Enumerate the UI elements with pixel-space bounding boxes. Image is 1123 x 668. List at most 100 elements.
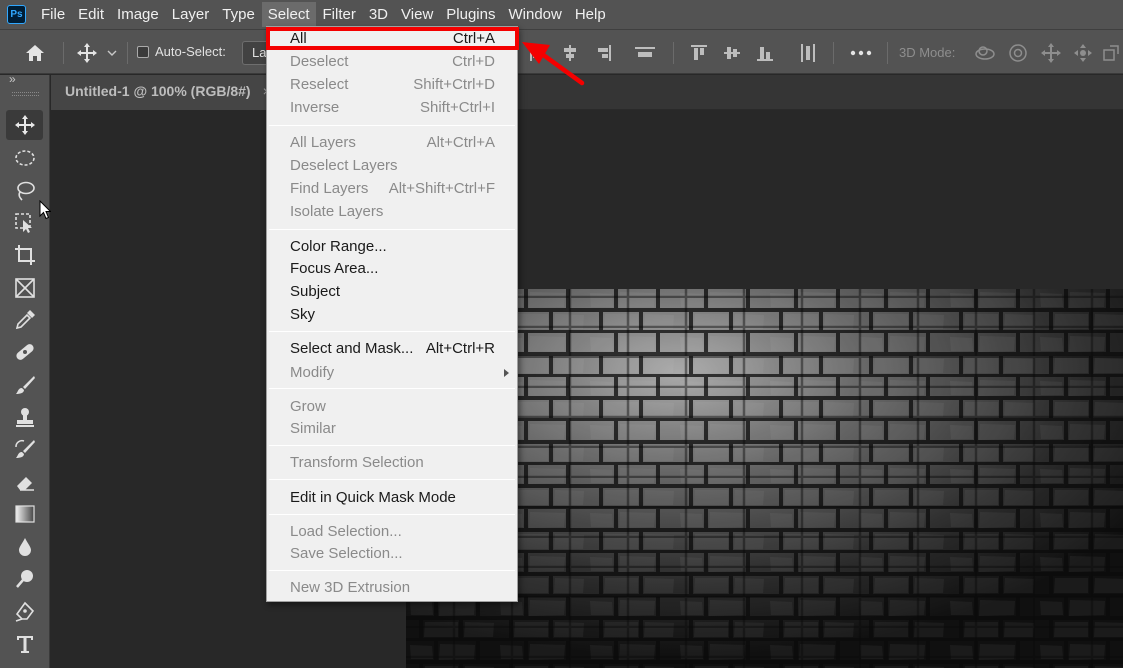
distribute-icon[interactable] [633,42,657,64]
options-divider [673,42,674,64]
type-icon[interactable] [6,629,43,659]
options-divider [63,42,64,64]
healing-brush-icon[interactable] [6,337,43,367]
menu-item-similar[interactable]: Similar [267,418,517,440]
menu-view[interactable]: View [395,2,439,27]
menu-item-find-layers[interactable]: Find Layers Alt+Shift+Ctrl+F [267,178,517,200]
menu-file[interactable]: File [35,2,71,27]
crop-icon[interactable] [6,240,43,270]
options-divider [833,42,834,64]
menu-item-label: Subject [290,283,341,300]
menu-edit[interactable]: Edit [72,2,110,27]
menu-separator [269,331,515,332]
align-top-icon[interactable] [688,42,710,64]
menu-separator [269,514,515,515]
frame-icon[interactable] [6,273,43,303]
menu-item-subject[interactable]: Subject [267,281,517,303]
menu-item-label: Deselect [290,53,349,70]
canvas-workspace[interactable] [51,111,1123,668]
menu-item-label: Load Selection... [290,523,402,540]
move-tool-icon[interactable] [6,110,43,140]
select-menu-dropdown: All Ctrl+A Deselect Ctrl+D Reselect Shift+Ctr… [266,26,518,602]
more-options-icon[interactable] [848,42,874,64]
move-tool-preset-icon[interactable] [74,41,100,65]
3d-orbit-icon[interactable] [972,41,998,65]
3d-scale-icon[interactable] [1100,41,1122,65]
menu-item-load-selection[interactable]: Load Selection... [267,521,517,543]
gradient-icon[interactable] [6,499,43,529]
menu-item-label: Modify [290,364,335,381]
menu-item-label: Deselect Layers [290,157,398,174]
menu-item-reselect[interactable]: Reselect Shift+Ctrl+D [267,74,517,96]
menu-item-grow[interactable]: Grow [267,396,517,418]
auto-select-label: Auto-Select: [155,44,226,59]
object-selection-icon[interactable] [6,208,43,238]
menu-item-label: Isolate Layers [290,203,384,220]
3d-roll-icon[interactable] [1005,41,1031,65]
menu-layer[interactable]: Layer [166,2,216,27]
menu-item-edit-in-quick-mask-mode[interactable]: Edit in Quick Mask Mode [267,487,517,509]
menu-separator [269,388,515,389]
dodge-icon[interactable] [6,564,43,594]
3d-drag-icon[interactable] [1038,41,1064,65]
history-brush-icon[interactable] [6,434,43,464]
menu-item-label: Similar [290,420,336,437]
menu-item-inverse[interactable]: Inverse Shift+Ctrl+I [267,97,517,119]
menu-item-transform-selection[interactable]: Transform Selection [267,452,517,474]
menu-item-label: Select and Mask... [290,340,414,357]
menu-item-focus-area[interactable]: Focus Area... [267,258,517,280]
distribute-vertical-icon[interactable] [798,42,818,64]
eyedropper-icon[interactable] [6,305,43,335]
clone-stamp-icon[interactable] [6,402,43,432]
menu-item-label: Inverse [290,99,340,116]
align-bottom-icon[interactable] [754,42,776,64]
menu-item-label: Save Selection... [290,545,403,562]
3d-slide-icon[interactable] [1070,41,1096,65]
menu-item-color-range[interactable]: Color Range... [267,236,517,258]
options-divider [887,42,888,64]
align-right-icon[interactable] [593,42,613,64]
menu-item-new-3d-extrusion[interactable]: New 3D Extrusion [267,577,517,599]
menu-item-label: Grow [290,398,326,415]
menu-item-save-selection[interactable]: Save Selection... [267,543,517,565]
photoshop-logo: Ps [7,5,26,24]
align-vertical-center-icon[interactable] [721,42,743,64]
menu-filter[interactable]: Filter [317,2,362,27]
auto-select-control[interactable]: Auto-Select: [137,44,226,59]
lasso-icon[interactable] [6,176,43,206]
eraser-icon[interactable] [6,467,43,497]
menu-item-all-layers[interactable]: All Layers Alt+Ctrl+A [267,132,517,154]
menu-item-label: Reselect [290,76,349,93]
elliptical-marquee-icon[interactable] [6,143,43,173]
options-divider [127,42,128,64]
annotation-arrow-icon [522,42,585,86]
blur-icon[interactable] [6,532,43,562]
menu-item-shortcut: Alt+Shift+Ctrl+F [388,180,495,197]
menu-window[interactable]: Window [502,2,567,27]
menu-item-shortcut: Alt+Ctrl+R [425,340,495,357]
menu-item-select-and-mask[interactable]: Select and Mask... Alt+Ctrl+R [267,338,517,360]
menu-item-deselect-layers[interactable]: Deselect Layers [267,155,517,177]
home-icon[interactable] [22,41,48,65]
highlight-box [266,27,519,50]
menu-type[interactable]: Type [216,2,261,27]
menu-plugins[interactable]: Plugins [440,2,501,27]
pen-icon[interactable] [6,597,43,627]
collapse-panel-icon[interactable]: » [9,72,16,86]
menu-item-isolate-layers[interactable]: Isolate Layers [267,201,517,223]
menu-item-sky[interactable]: Sky [267,304,517,326]
menu-item-modify[interactable]: Modify [267,362,517,384]
menu-item-shortcut: Alt+Ctrl+A [426,134,495,151]
chevron-down-icon[interactable] [105,46,119,60]
document-tab[interactable]: Untitled-1 @ 100% (RGB/8#) × [51,75,285,110]
panel-grip[interactable] [12,92,39,96]
menu-item-shortcut: Shift+Ctrl+I [419,99,495,116]
auto-select-checkbox[interactable] [137,45,149,58]
menu-help[interactable]: Help [569,2,612,27]
menu-separator [269,570,515,571]
menu-image[interactable]: Image [111,2,165,27]
menu-select[interactable]: Select [261,2,316,27]
menu-3d[interactable]: 3D [363,2,394,27]
brush-icon[interactable] [6,370,43,400]
menu-item-deselect[interactable]: Deselect Ctrl+D [267,51,517,73]
